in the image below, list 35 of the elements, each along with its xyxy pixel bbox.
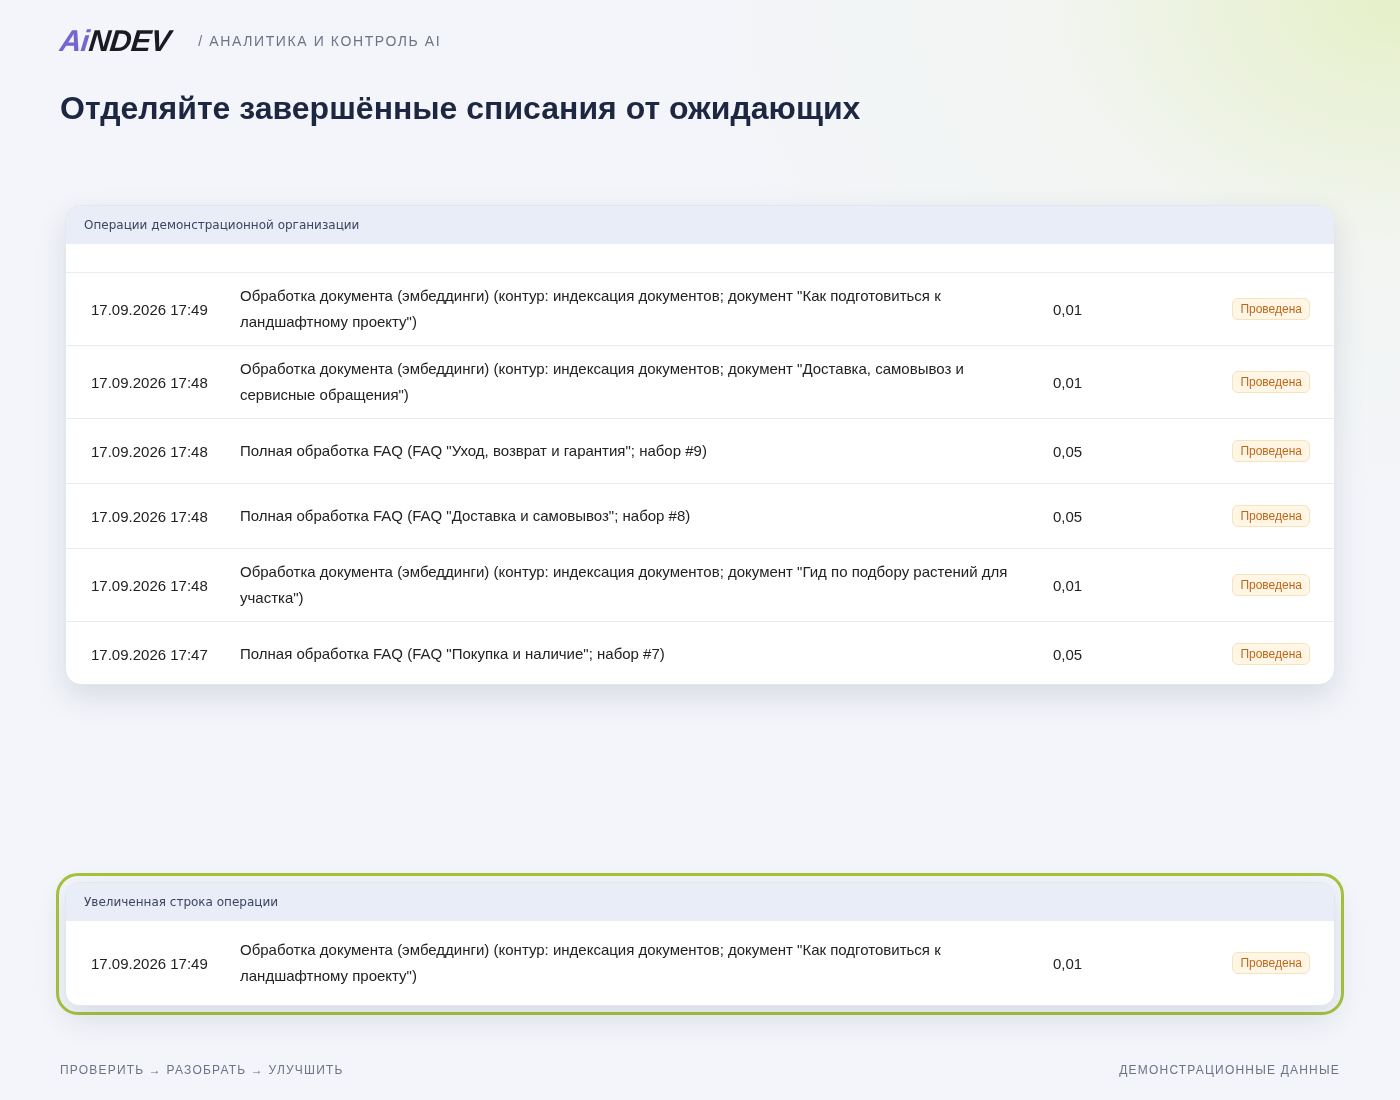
description-cell-text: Полная обработка FAQ (FAQ "Доставка и самовывоз"; набор #8) <box>240 506 692 526</box>
status-badge: Проведена <box>1232 574 1310 596</box>
description-cell-text: Обработка документа (эмбеддинги) (контур: индексация документов; документ "Как подготовиться к ландшафтному проекту") <box>240 940 942 986</box>
date-cell-text: 17.09.2026 17:47 <box>91 645 209 663</box>
description-cell-text: Полная обработка FAQ (FAQ "Уход, возврат и гарантия"; набор #9) <box>240 441 708 461</box>
status-badge: Проведена <box>1232 440 1310 462</box>
date-cell-text: 17.09.2026 17:49 <box>91 300 209 318</box>
status-badge: Проведена <box>1232 298 1310 320</box>
amount-cell-text: 0,01 <box>1053 300 1084 318</box>
status-badge: Проведена <box>1232 505 1310 527</box>
breadcrumb: / АНАЛИТИКА И КОНТРОЛЬ AI <box>198 33 442 49</box>
date-cell-text: 17.09.2026 17:48 <box>91 576 209 594</box>
amount-cell-text: 0,01 <box>1053 576 1084 594</box>
description-cell-text: Обработка документа (эмбеддинги) (контур: индексация документов; документ "Доставка, самовывоз и сервисные обращения") <box>240 359 965 405</box>
description-cell-text: Полная обработка FAQ (FAQ "Покупка и наличие"; набор #7) <box>240 644 666 664</box>
status-badge: Проведена <box>1232 371 1310 393</box>
amount-cell-text: 0,05 <box>1053 442 1084 460</box>
table-caption: Операции демонстрационной организации <box>66 206 1334 244</box>
status-badge: Проведена <box>1232 643 1310 665</box>
amount-cell-text: 0,01 <box>1053 954 1084 972</box>
page-title: Отделяйте завершённые списания от ожидающих <box>60 90 862 127</box>
date-cell-text: 17.09.2026 17:48 <box>91 373 209 391</box>
description-cell-text: Обработка документа (эмбеддинги) (контур: индексация документов; документ "Как подготовиться к ландшафтному проекту") <box>240 286 942 332</box>
table-caption: Увеличенная строка операции <box>66 883 1334 921</box>
date-cell-text: 17.09.2026 17:48 <box>91 442 209 460</box>
description-cell-text: Обработка документа (эмбеддинги) (контур: индексация документов; документ "Гид по подбору растений для участка") <box>240 562 1009 608</box>
status-badge: Проведена <box>1232 952 1310 974</box>
date-cell-text: 17.09.2026 17:48 <box>91 507 209 525</box>
footer-steps: ПРОВЕРИТЬ → РАЗОБРАТЬ → УЛУЧШИТЬ <box>60 1063 344 1077</box>
footer-note: ДЕМОНСТРАЦИОННЫЕ ДАННЫЕ <box>1119 1063 1340 1077</box>
date-cell-text: 17.09.2026 17:49 <box>91 954 209 972</box>
amount-cell-text: 0,05 <box>1053 645 1084 663</box>
amount-cell-text: 0,01 <box>1053 373 1084 391</box>
amount-cell-text: 0,05 <box>1053 507 1084 525</box>
logo: AiNDEV <box>58 24 173 58</box>
